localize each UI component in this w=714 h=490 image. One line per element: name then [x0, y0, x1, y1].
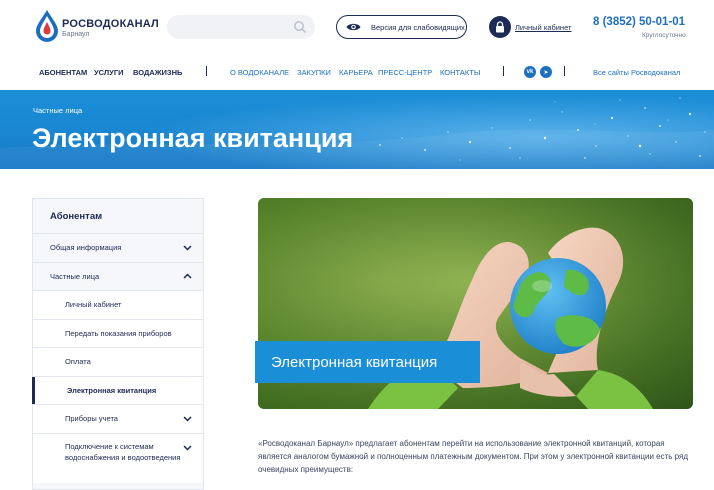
sidebar-item-label: Подключение к системам водоснабжения и в…	[65, 441, 181, 463]
sidebar-item-general-info[interactable]: Общая информация	[33, 233, 203, 262]
chevron-up-icon[interactable]	[183, 273, 192, 279]
sidebar-item-submit-readings[interactable]: Передать показания приборов	[33, 318, 203, 347]
nav-press-center[interactable]: ПРЕСС-ЦЕНТР	[378, 68, 432, 77]
nav-careers[interactable]: КАРЬЕРА	[339, 68, 373, 77]
chevron-down-icon[interactable]	[183, 245, 192, 251]
brand-city: Барнаул	[62, 31, 90, 38]
nav-services[interactable]: УСЛУГИ	[94, 68, 123, 77]
main-nav: АБОНЕНТАМ УСЛУГИ ВОДАЖИЗНЬ О ВОДОКАНАЛЕ …	[0, 56, 714, 90]
all-sites-link[interactable]: Все сайты Росводоканал	[593, 68, 680, 77]
sidebar-item-label: Личный кабинет	[65, 300, 122, 310]
site-header: РОСВОДОКАНАЛ Барнаул Версия для слабовид…	[0, 0, 714, 56]
eye-icon	[346, 23, 361, 31]
sidebar-item-payment[interactable]: Оплата	[33, 347, 203, 376]
sidebar-item-connection[interactable]: Подключение к системам водоснабжения и в…	[33, 432, 203, 483]
nav-contacts[interactable]: КОНТАКТЫ	[440, 68, 480, 77]
chevron-down-icon[interactable]	[183, 416, 192, 422]
brand-name[interactable]: РОСВОДОКАНАЛ	[62, 18, 159, 30]
logo-drop-icon[interactable]	[32, 8, 62, 44]
vk-icon[interactable]: vk	[524, 66, 536, 78]
nav-about[interactable]: О ВОДОКАНАЛЕ	[230, 68, 289, 77]
sidebar-title: Абонентам	[33, 199, 203, 233]
telegram-icon[interactable]: ➤	[540, 66, 552, 78]
lock-icon[interactable]	[489, 16, 511, 38]
nav-procurement[interactable]: ЗАКУПКИ	[297, 68, 331, 77]
page-banner: Частные лица Электронная квитанция	[0, 90, 714, 169]
sidebar-menu: Абонентам Общая информация Частные лица …	[32, 198, 204, 490]
phone-number[interactable]: 8 (3852) 50-01-01	[593, 16, 685, 28]
low-vision-version-button[interactable]: Версия для слабовидящих	[336, 15, 467, 39]
chevron-down-icon[interactable]	[183, 444, 192, 451]
page-title: Электронная квитанция	[32, 123, 354, 153]
sidebar-item-label: Электронная квитанция	[67, 385, 157, 395]
nav-divider	[206, 66, 207, 76]
search-icon[interactable]	[293, 20, 307, 34]
breadcrumb[interactable]: Частные лица	[33, 106, 82, 115]
sidebar-item-label: Приборы учета	[65, 414, 118, 424]
intro-paragraph: «Росводоканал Барнаул» предлагает абонен…	[258, 439, 688, 474]
sidebar-item-personal-cabinet[interactable]: Личный кабинет	[33, 290, 203, 319]
nav-subscribers[interactable]: АБОНЕНТАМ	[39, 68, 87, 77]
sidebar-item-label: Частные лица	[50, 271, 100, 281]
search-input[interactable]	[167, 15, 315, 39]
sidebar-item-label: Передать показания приборов	[65, 328, 172, 338]
personal-cabinet-link[interactable]: Личный кабинет	[515, 23, 571, 32]
hero-caption: Электронная квитанция	[255, 341, 480, 383]
sidebar-item-label: Оплата	[65, 357, 91, 367]
phone-note: Круглосуточно	[642, 32, 686, 39]
sidebar-item-private-persons[interactable]: Частные лица	[33, 261, 203, 290]
nav-water-life[interactable]: ВОДАЖИЗНЬ	[133, 68, 182, 77]
sidebar-item-meters[interactable]: Приборы учета	[33, 404, 203, 433]
sidebar-item-e-receipt[interactable]: Электронная квитанция	[32, 375, 203, 404]
low-vision-label: Версия для слабовидящих	[371, 22, 465, 32]
sidebar-item-label: Общая информация	[50, 243, 122, 253]
nav-divider	[564, 66, 565, 76]
nav-divider	[503, 66, 504, 76]
